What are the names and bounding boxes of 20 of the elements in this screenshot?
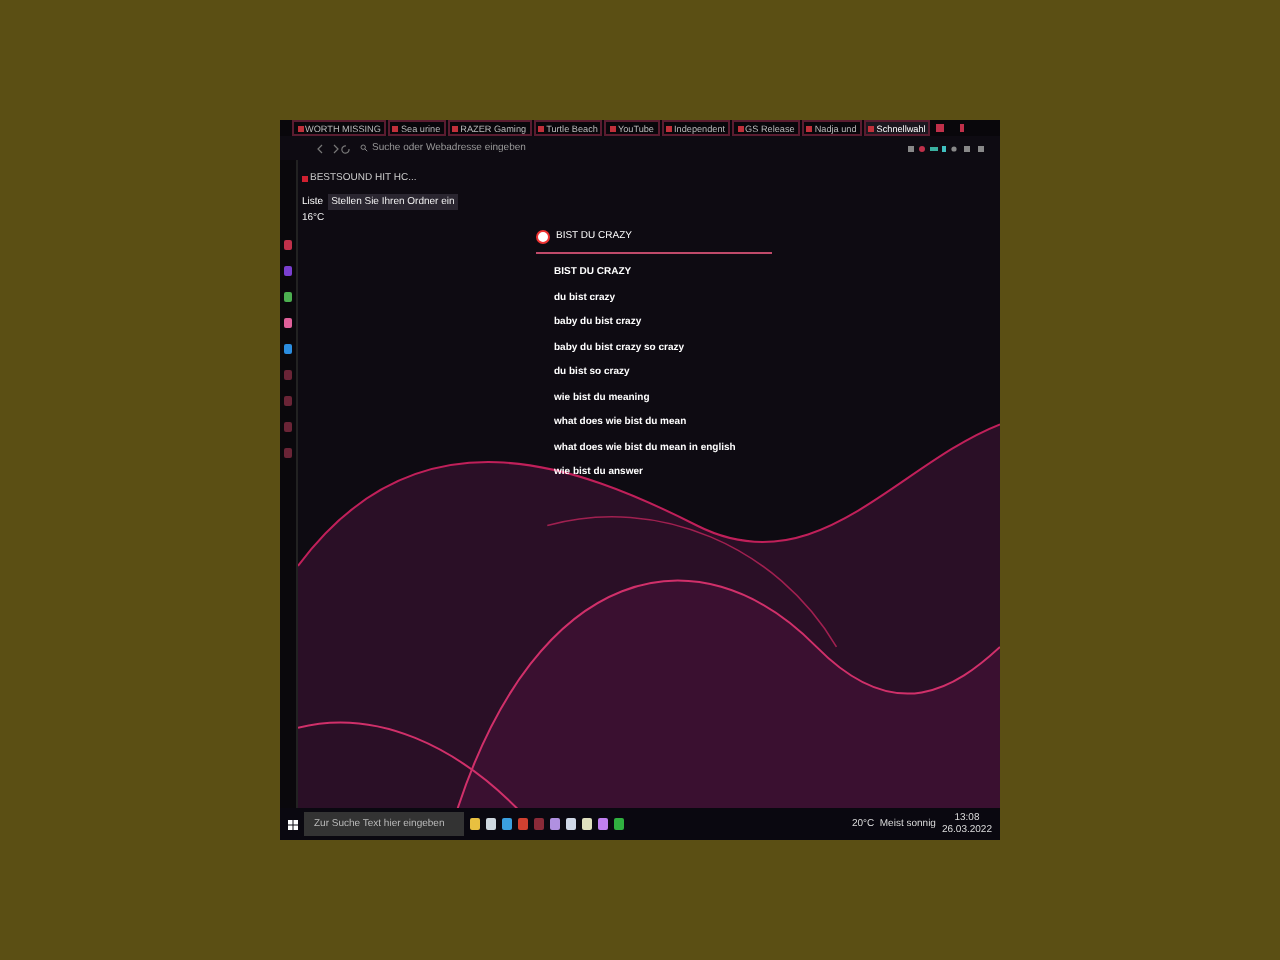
favicon-icon bbox=[737, 125, 744, 131]
favicon-icon bbox=[392, 125, 399, 131]
favicon-icon bbox=[297, 125, 303, 131]
favicon-icon bbox=[868, 125, 875, 131]
favicon-icon bbox=[806, 125, 813, 131]
favicon-icon bbox=[666, 125, 672, 131]
favicon-icon bbox=[452, 125, 459, 131]
search-icon bbox=[360, 144, 368, 152]
sidebar-app-icon[interactable] bbox=[284, 344, 292, 354]
favicon-icon bbox=[538, 125, 545, 131]
sidebar-app-icon[interactable] bbox=[284, 318, 292, 328]
start-icon[interactable] bbox=[288, 819, 298, 829]
navigation-arrows-icon[interactable] bbox=[316, 143, 352, 153]
favicon-icon bbox=[609, 125, 616, 131]
sidebar-app-icon[interactable] bbox=[284, 266, 292, 276]
bookmark-favicon-icon bbox=[302, 175, 308, 181]
sidebar-app-icon[interactable] bbox=[284, 292, 292, 302]
sidebar-app-icon[interactable] bbox=[284, 240, 292, 250]
search-engine-icon bbox=[536, 229, 550, 243]
toolbar-icons-drawing[interactable] bbox=[908, 143, 988, 153]
